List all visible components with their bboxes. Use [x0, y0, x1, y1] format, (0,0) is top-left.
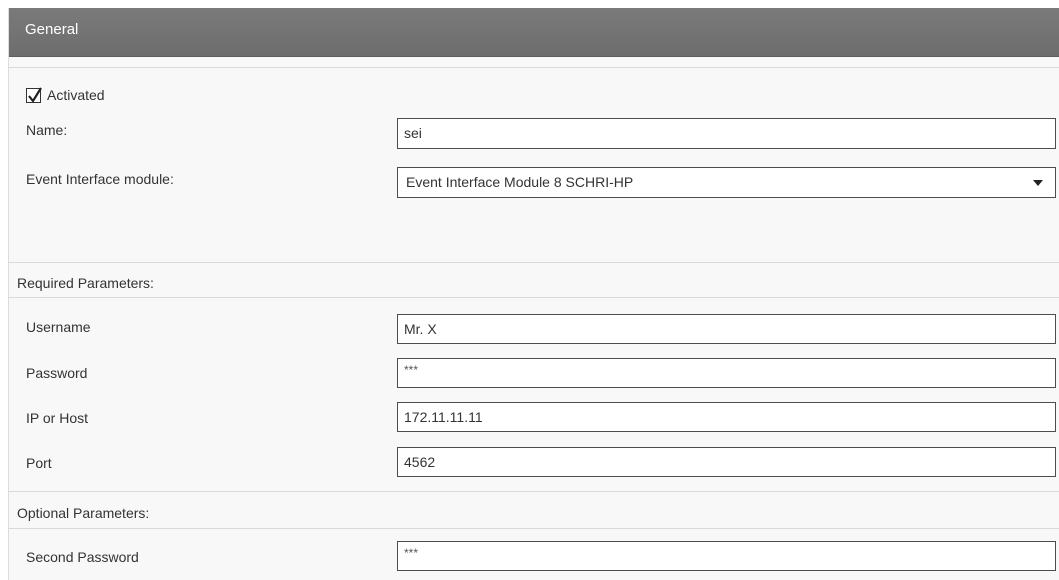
settings-page: General Activated Name: sei Event Interf… [0, 0, 1059, 580]
divider [9, 67, 1059, 68]
module-label: Event Interface module: [26, 171, 174, 187]
general-panel: General Activated Name: sei Event Interf… [8, 8, 1059, 580]
port-input[interactable]: 4562 [397, 447, 1056, 477]
username-input[interactable]: Mr. X [397, 314, 1056, 344]
required-parameters-title: Required Parameters: [17, 275, 154, 291]
activated-label[interactable]: Activated [47, 87, 105, 103]
panel-title: General [25, 21, 79, 38]
caret-down-icon[interactable] [1033, 180, 1043, 186]
host-label: IP or Host [26, 410, 88, 426]
password-input[interactable]: *** [397, 358, 1056, 388]
activated-checkbox[interactable] [26, 87, 42, 103]
host-input[interactable]: 172.11.11.11 [397, 402, 1056, 432]
username-label: Username [26, 319, 91, 335]
password-label: Password [26, 365, 88, 381]
optional-parameters-title: Optional Parameters: [17, 505, 150, 521]
divider [9, 297, 1059, 298]
divider [9, 491, 1059, 492]
divider [9, 528, 1059, 529]
second-password-label: Second Password [26, 549, 139, 565]
port-label: Port [26, 455, 52, 471]
module-select-value: Event Interface Module 8 SCHRI-HP [406, 174, 634, 190]
module-select[interactable]: Event Interface Module 8 SCHRI-HP [397, 167, 1056, 198]
panel-header[interactable]: General [9, 8, 1059, 57]
checkmark-icon [28, 87, 42, 103]
second-password-input[interactable]: *** [397, 541, 1056, 571]
name-input[interactable]: sei [397, 118, 1056, 149]
name-label: Name: [26, 122, 68, 138]
divider [9, 262, 1059, 263]
